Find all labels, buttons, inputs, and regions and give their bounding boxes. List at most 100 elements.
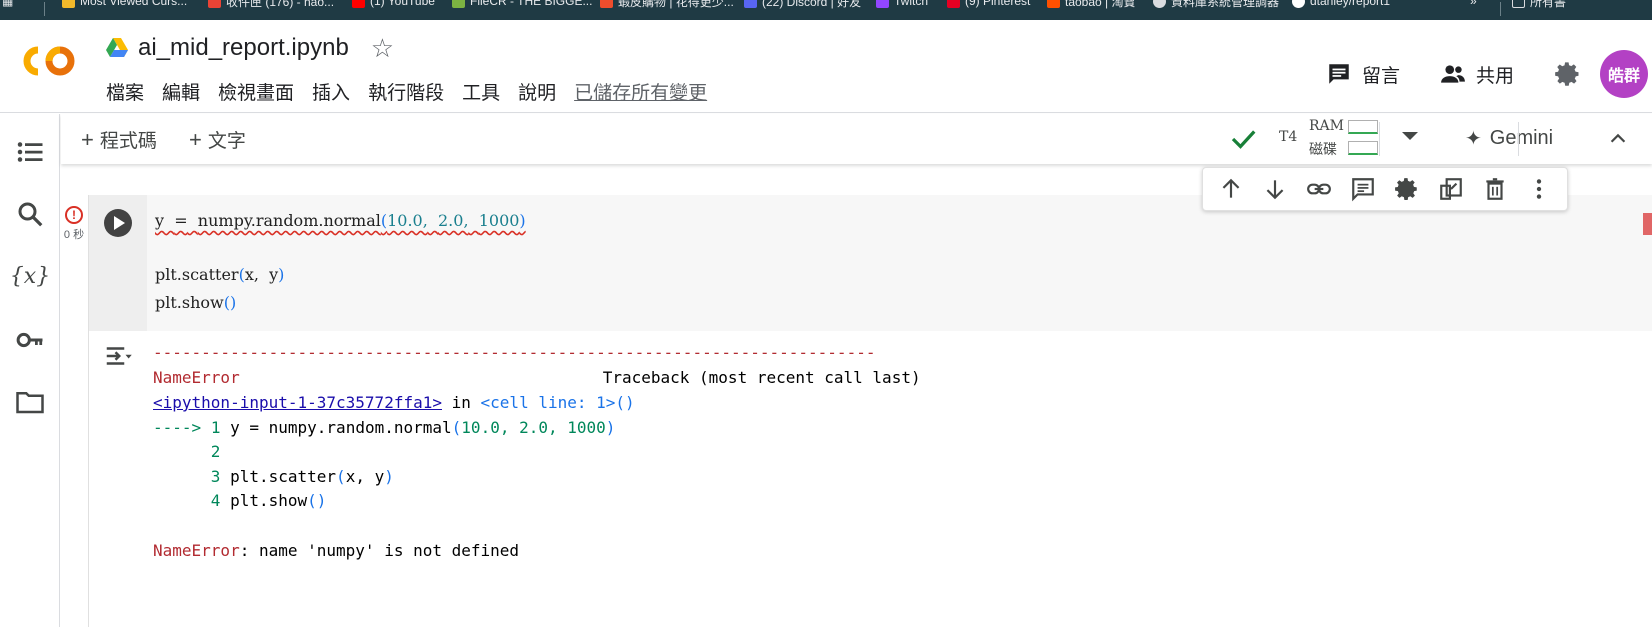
bookmark-11[interactable]: 所有書 bbox=[1512, 0, 1566, 9]
menu-edit[interactable]: 編輯 bbox=[162, 78, 200, 105]
move-down-arrow-icon[interactable] bbox=[1262, 176, 1288, 202]
menu-insert[interactable]: 插入 bbox=[312, 78, 350, 105]
ipython-input-link[interactable]: <ipython-input-1-37c35772ffa1> bbox=[153, 393, 442, 412]
add-code-label: 程式碼 bbox=[99, 131, 157, 152]
add-code-button[interactable]: + 程式碼 bbox=[81, 126, 157, 153]
code-line-4[interactable]: plt.show() bbox=[155, 293, 236, 312]
menu-tools[interactable]: 工具 bbox=[462, 78, 500, 105]
disk-label: 磁碟 bbox=[1309, 142, 1337, 158]
cell-output: ----------------------------------------… bbox=[89, 331, 1652, 627]
user-avatar[interactable]: 皓群 bbox=[1600, 50, 1648, 98]
traceback-paren: ) bbox=[384, 467, 394, 486]
cell-settings-gear-icon[interactable] bbox=[1394, 176, 1420, 202]
notebook-title[interactable]: ai_mid_report.ipynb bbox=[138, 34, 349, 62]
bookmark-label: Twitch bbox=[894, 0, 929, 8]
google-drive-icon[interactable] bbox=[106, 38, 128, 58]
traceback-code: plt.scatter bbox=[230, 467, 337, 486]
bookmark-4[interactable]: 蝦皮購物 | 花得更少... bbox=[600, 0, 734, 9]
bookmark-7[interactable]: (9) Pinterest bbox=[947, 0, 1030, 9]
people-icon bbox=[1441, 65, 1465, 83]
link-icon[interactable] bbox=[1306, 176, 1332, 202]
traceback-paren: ) bbox=[605, 418, 616, 437]
share-button[interactable]: 共用 bbox=[1440, 61, 1514, 88]
traceback-paren: ( bbox=[336, 467, 346, 486]
traceback-header: NameError Traceback (most recent call las… bbox=[153, 368, 921, 387]
bookmark-9[interactable]: 資料庫系統管理調器 bbox=[1153, 0, 1279, 9]
bookmark-label: FileCR - THE BIGGE... bbox=[470, 0, 593, 8]
bookmark-3[interactable]: FileCR - THE BIGGE... bbox=[452, 0, 592, 9]
bookmark-6[interactable]: Twitch bbox=[876, 0, 928, 9]
add-text-button[interactable]: + 文字 bbox=[189, 126, 246, 153]
settings-gear-icon[interactable] bbox=[1554, 60, 1582, 88]
left-sidebar: {𝑥} bbox=[0, 114, 60, 627]
app-header: ai_mid_report.ipynb ☆ 檔案 編輯 檢視畫面 插入 執行階段… bbox=[0, 20, 1652, 113]
connected-check-icon bbox=[1231, 130, 1256, 149]
error-message: NameError: name 'numpy' is not defined bbox=[153, 541, 519, 560]
notebook-toolbar: + 程式碼 + 文字 T4 RAM 磁碟 ✦ Gemini bbox=[61, 114, 1652, 164]
delete-trash-icon[interactable] bbox=[1482, 176, 1508, 202]
code-editor[interactable]: y = numpy.random.normal(10.0, 2.0, 1000)… bbox=[89, 195, 1652, 331]
files-folder-icon[interactable] bbox=[14, 386, 46, 418]
comment-label: 留言 bbox=[1361, 65, 1400, 87]
traceback-title: Traceback (most recent call last) bbox=[602, 368, 921, 387]
code-token: y bbox=[269, 265, 279, 284]
gemini-button[interactable]: ✦ Gemini bbox=[1465, 126, 1553, 151]
move-up-arrow-icon[interactable] bbox=[1218, 176, 1244, 202]
runtime-dropdown-icon[interactable] bbox=[1402, 132, 1418, 140]
table-of-contents-icon[interactable] bbox=[14, 136, 46, 168]
traceback-args: x, y bbox=[345, 467, 385, 486]
variables-icon[interactable]: {𝑥} bbox=[10, 260, 50, 292]
title-row: ai_mid_report.ipynb ☆ bbox=[106, 34, 394, 62]
traceback-location: <ipython-input-1-37c35772ffa1> in <cell … bbox=[153, 393, 635, 412]
code-token: = bbox=[174, 211, 188, 230]
code-cell[interactable]: y = numpy.random.normal(10.0, 2.0, 1000)… bbox=[88, 195, 1652, 627]
search-icon[interactable] bbox=[14, 198, 46, 230]
bookmark-0[interactable]: Most Viewed Curs... bbox=[62, 0, 187, 9]
bookmark-2[interactable]: (1) YouTube bbox=[352, 0, 435, 9]
cell-line-ref: <cell line: 1> bbox=[480, 393, 616, 412]
comment-button[interactable]: 留言 bbox=[1326, 61, 1400, 88]
menu-help[interactable]: 說明 bbox=[518, 78, 556, 105]
disk-meter[interactable] bbox=[1348, 141, 1378, 155]
code-line-1[interactable]: y = numpy.random.normal(10.0, 2.0, 1000) bbox=[155, 211, 526, 230]
traceback-paren: ( bbox=[451, 418, 462, 437]
traceback-line-4: 4 plt.show() bbox=[153, 491, 327, 510]
run-cell-button[interactable] bbox=[104, 209, 132, 237]
more-vert-icon[interactable] bbox=[1526, 176, 1552, 202]
bookmark-label: (22) Discord | 好友 bbox=[762, 0, 862, 9]
chevron-up-icon[interactable] bbox=[1607, 128, 1629, 150]
code-line-3[interactable]: plt.scatter(x, y) bbox=[155, 265, 284, 284]
bookmark-8[interactable]: taobao | 淘寶 bbox=[1047, 0, 1136, 9]
apps-icon[interactable]: ▦ bbox=[2, 0, 13, 9]
saved-status-link[interactable]: 已儲存所有變更 bbox=[574, 78, 707, 105]
mirror-cell-icon[interactable] bbox=[1438, 176, 1464, 202]
more-bookmarks-icon[interactable]: » bbox=[1470, 0, 1477, 9]
colab-logo-icon[interactable] bbox=[22, 44, 80, 78]
code-token: y bbox=[155, 211, 165, 230]
cell-execution-status[interactable]: ! 0 秒 bbox=[60, 206, 88, 242]
toolbar-divider bbox=[1379, 122, 1380, 156]
secrets-key-icon[interactable] bbox=[14, 324, 46, 356]
bookmark-label: dtanley/report1 bbox=[1310, 0, 1391, 8]
menu-view[interactable]: 檢視畫面 bbox=[218, 78, 294, 105]
menu-file[interactable]: 檔案 bbox=[106, 78, 144, 105]
bookmark-label: (9) Pinterest bbox=[965, 0, 1031, 8]
bookmark-1[interactable]: 收件匣 (176) - hao... bbox=[208, 0, 334, 9]
output-actions-icon[interactable] bbox=[103, 341, 133, 371]
bookmark-5[interactable]: (22) Discord | 好友 bbox=[744, 0, 861, 9]
bookmark-10[interactable]: dtanley/report1 bbox=[1292, 0, 1390, 9]
comment-icon[interactable] bbox=[1350, 176, 1376, 202]
ram-meter[interactable] bbox=[1348, 120, 1378, 134]
traceback-code: plt.show bbox=[230, 491, 308, 510]
error-alert-icon: ! bbox=[65, 206, 83, 224]
gemini-label: Gemini bbox=[1489, 127, 1554, 149]
add-text-label: 文字 bbox=[207, 131, 246, 152]
traceback-args: 10.0, 2.0, 1000 bbox=[461, 418, 606, 437]
star-icon[interactable]: ☆ bbox=[371, 35, 394, 61]
menu-bar: 檔案 編輯 檢視畫面 插入 執行階段 工具 說明 已儲存所有變更 bbox=[106, 78, 707, 105]
cell-gutter bbox=[89, 195, 147, 331]
menu-runtime[interactable]: 執行階段 bbox=[368, 78, 444, 105]
code-paren: ) bbox=[278, 265, 285, 284]
traceback-line-2: 2 bbox=[153, 442, 221, 461]
gpu-label[interactable]: T4 bbox=[1279, 129, 1297, 145]
